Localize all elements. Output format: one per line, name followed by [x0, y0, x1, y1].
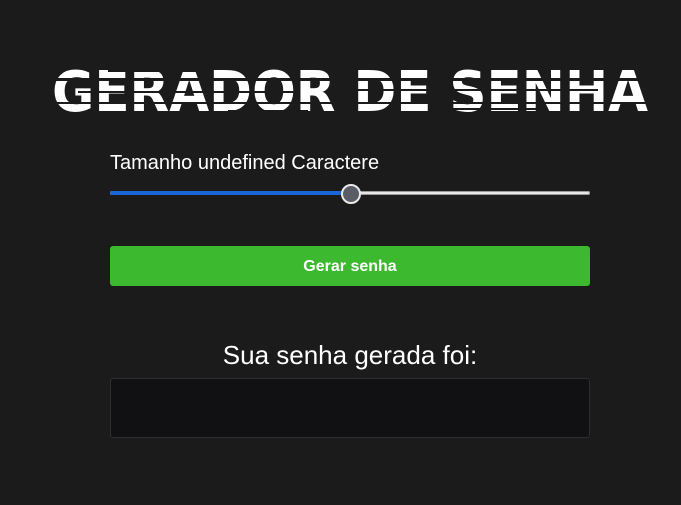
slider-thumb[interactable] [341, 184, 361, 204]
result-title: Sua senha gerada foi: [222, 340, 478, 370]
slider-fill [110, 191, 350, 195]
length-label: Tamanho undefined Caractere [110, 152, 380, 174]
title-logo: GERADOR DE SENHA [48, 58, 652, 120]
generate-password-button[interactable]: Gerar senha [110, 246, 590, 286]
length-slider[interactable] [110, 183, 590, 204]
password-output[interactable] [110, 378, 590, 438]
page: GERADOR DE SENHA Tamanho undefined Carac… [0, 0, 681, 505]
page-title: GERADOR DE SENHA [52, 60, 649, 120]
